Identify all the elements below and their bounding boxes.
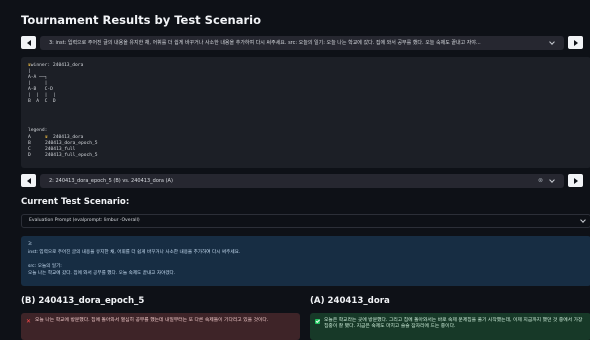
chevron-right-icon bbox=[573, 39, 578, 46]
current-scenario-heading: Current Test Scenario: bbox=[21, 197, 130, 207]
tree-line: B A C D bbox=[28, 99, 56, 104]
next-scenario-button[interactable] bbox=[568, 36, 583, 49]
info-line: 3: bbox=[28, 242, 33, 247]
next-match-button[interactable] bbox=[568, 174, 583, 187]
legend-key: C bbox=[28, 147, 31, 152]
prev-scenario-button[interactable] bbox=[21, 36, 36, 49]
winner-label: winner: 240413_dora bbox=[30, 63, 84, 68]
legend-key: B bbox=[28, 141, 31, 146]
legend-name: 240413_dora bbox=[53, 135, 84, 140]
close-icon: ✕ bbox=[26, 318, 32, 325]
prev-match-button[interactable] bbox=[21, 174, 36, 187]
loser-response-box: ✕ 오늘 나는 학교에 방문했다. 집에 돌아와서 열심히 공부를 했는데 내일… bbox=[21, 313, 300, 340]
chevron-left-icon bbox=[26, 39, 31, 46]
chevron-right-icon bbox=[573, 177, 578, 184]
legend-key: D bbox=[28, 153, 31, 158]
scenario-info-box: 3: inst: 입력으로 주어진 글의 내용을 유지한 채, 어휘를 더 쉽게… bbox=[21, 236, 590, 286]
info-line: 오늘 나는 학교에 갔다. 집에 와서 공부를 했다. 오늘 숙제도 끝내고 자… bbox=[28, 271, 176, 276]
tournament-tree-block: ♛winner: 240413_dora | A-A ──┐ | | A-B C… bbox=[21, 57, 590, 168]
winner-response-text: 오늘은 학교라는 곳에 방문했다. 그리고 집에 돌아와서는 바로 숙제 문제집… bbox=[324, 318, 583, 330]
match-select-value: 2: 240413_dora_epoch_5 (B) vs. 240413_do… bbox=[49, 178, 173, 184]
scenario-select[interactable]: 3: inst: 입력으로 주어진 글의 내용을 유지한 채, 어휘를 더 쉽게… bbox=[40, 36, 564, 50]
tree-line: | | bbox=[28, 81, 48, 86]
left-model-heading: (B) 240413_dora_epoch_5 bbox=[21, 296, 145, 306]
winner-line: ♛winner: 240413_dora bbox=[28, 63, 83, 69]
right-model-heading: (A) 240413_dora bbox=[310, 296, 390, 306]
page-title: Tournament Results by Test Scenario bbox=[21, 13, 262, 27]
tree-line: A-A ──┐ bbox=[28, 75, 48, 80]
legend-key: A bbox=[28, 135, 31, 140]
legend-name: 240413_full bbox=[45, 147, 76, 152]
chevron-down-icon bbox=[549, 39, 555, 45]
tree-line: A-B C-D bbox=[28, 87, 53, 92]
trophy-icon: ♛ bbox=[45, 135, 48, 140]
clear-icon[interactable]: ⊗ bbox=[538, 178, 543, 184]
winner-response-box: 오늘은 학교라는 곳에 방문했다. 그리고 집에 돌아와서는 바로 숙제 문제집… bbox=[310, 313, 590, 340]
eval-prompt-expander[interactable]: Evaluation Prompt (evalprompt: limbur ·O… bbox=[21, 214, 590, 228]
checkmark-icon bbox=[315, 319, 320, 324]
scenario-select-value: 3: inst: 입력으로 주어진 글의 내용을 유지한 채, 어휘를 더 쉽게… bbox=[49, 40, 481, 46]
chevron-down-icon bbox=[580, 217, 586, 223]
legend-title: legend: bbox=[28, 128, 48, 133]
info-line: src: 오늘의 일기: bbox=[28, 264, 62, 269]
tree-line: | bbox=[28, 69, 31, 74]
chevron-down-icon bbox=[549, 177, 555, 183]
loser-response-text: 오늘 나는 학교에 방문했다. 집에 돌아와서 열심히 공부를 했는데 내일부터… bbox=[35, 318, 269, 323]
legend-name: 240413_dora_epoch_5 bbox=[45, 141, 98, 146]
legend-name: 240413_full_epoch_5 bbox=[45, 153, 98, 158]
chevron-left-icon bbox=[26, 177, 31, 184]
tree-line: | | | | bbox=[28, 93, 56, 98]
eval-prompt-label: Evaluation Prompt (evalprompt: limbur ·O… bbox=[29, 218, 140, 223]
match-select[interactable]: 2: 240413_dora_epoch_5 (B) vs. 240413_do… bbox=[40, 174, 564, 188]
info-line: inst: 입력으로 주어진 글의 내용을 유지한 채, 어휘를 더 쉽게 바꾸… bbox=[28, 250, 241, 255]
